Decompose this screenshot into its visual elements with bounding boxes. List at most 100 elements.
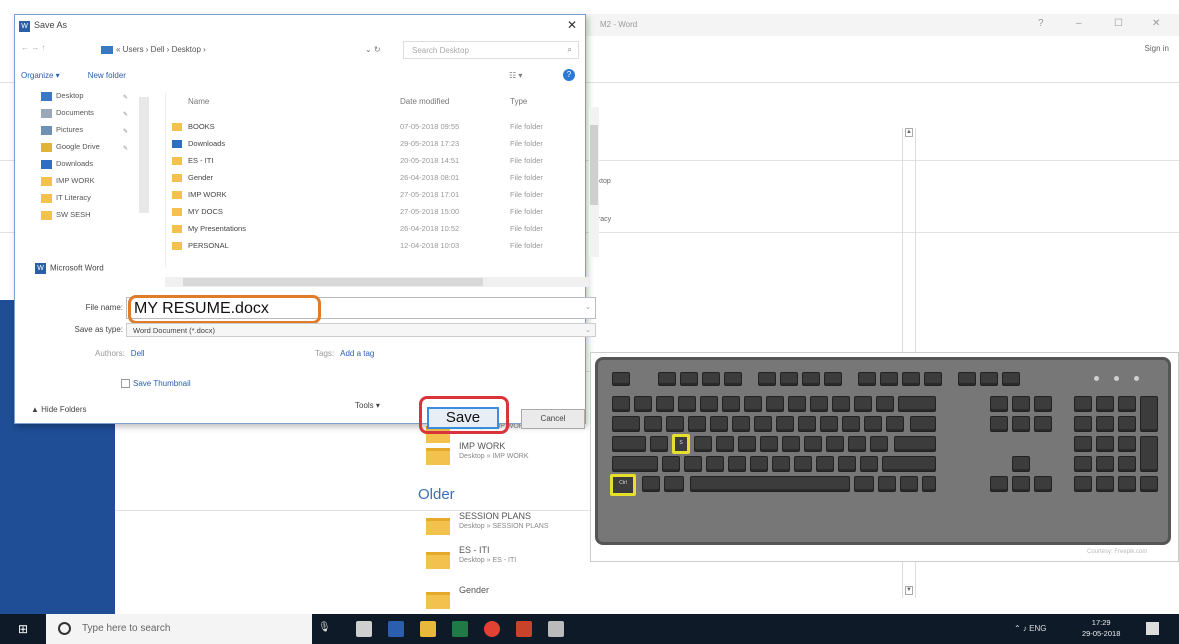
- close-icon[interactable]: ✕: [1152, 18, 1160, 29]
- windows-start-icon[interactable]: ⊞: [18, 623, 32, 637]
- folder-icon: [41, 193, 52, 203]
- keyboard-key: [780, 372, 798, 386]
- task-view-icon[interactable]: [356, 621, 372, 637]
- save-type-select[interactable]: Word Document (*.docx) ⌄: [126, 323, 596, 337]
- pin-icon: ✎: [123, 146, 129, 152]
- file-row[interactable]: My Presentations 26-04-2018 10:52 File fol…: [166, 223, 576, 236]
- keyboard-key: [1012, 456, 1030, 472]
- file-name: IMP WORK: [188, 190, 227, 199]
- nav-item-imp-work[interactable]: IMP WORK: [19, 176, 147, 193]
- minimize-icon[interactable]: –: [1076, 18, 1082, 29]
- dialog-close-icon[interactable]: ✕: [567, 18, 577, 32]
- search-input[interactable]: Search Desktop ⌕: [403, 41, 579, 59]
- scrollbar-thumb[interactable]: [590, 125, 598, 205]
- powerpoint-icon[interactable]: [516, 621, 532, 637]
- nav-item-downloads[interactable]: Downloads: [19, 159, 147, 176]
- folder-icon: [41, 176, 52, 186]
- new-folder-button[interactable]: New folder: [88, 71, 126, 80]
- maximize-icon[interactable]: ☐: [1114, 18, 1123, 29]
- word-title: M2 - Word: [600, 20, 638, 29]
- keyboard-key: [1012, 396, 1030, 412]
- organize-button[interactable]: Organize ▾: [21, 71, 60, 80]
- keyboard-key: [848, 436, 866, 452]
- keyboard-key: [794, 456, 812, 472]
- file-row[interactable]: ES - ITI 20-05-2018 14:51 File folder: [166, 155, 576, 168]
- nav-item-google-drive[interactable]: Google Drive ✎: [19, 142, 147, 159]
- notification-icon[interactable]: [1146, 622, 1159, 635]
- nav-label: Microsoft Word: [50, 263, 104, 273]
- file-row[interactable]: MY DOCS 27-05-2018 15:00 File folder: [166, 206, 576, 219]
- column-header-type[interactable]: Type: [510, 97, 527, 106]
- file-name: MY DOCS: [188, 207, 223, 216]
- keyboard: S Ctrl: [595, 357, 1171, 545]
- column-header-date[interactable]: Date modified: [400, 97, 449, 106]
- file-row[interactable]: Downloads 29-05-2018 17:23 File folder: [166, 138, 576, 151]
- scrollbar-thumb[interactable]: [183, 278, 483, 286]
- file-row[interactable]: Gender 26-04-2018 08:01 File folder: [166, 172, 576, 185]
- tags-label: Tags:: [315, 349, 335, 358]
- view-options-icon[interactable]: ☷ ▾: [509, 71, 522, 80]
- chrome-icon[interactable]: [484, 621, 500, 637]
- keyboard-key: [644, 416, 662, 432]
- file-explorer-icon[interactable]: [420, 621, 436, 637]
- excel-icon[interactable]: [452, 621, 468, 637]
- keyboard-key: [1074, 476, 1092, 492]
- horizontal-scrollbar[interactable]: [165, 277, 589, 287]
- tags-value[interactable]: Add a tag: [340, 349, 374, 358]
- folder-icon: [426, 552, 450, 569]
- help-icon[interactable]: ?: [1038, 18, 1044, 29]
- file-name: PERSONAL: [188, 241, 229, 250]
- cancel-button[interactable]: Cancel: [521, 409, 585, 429]
- nav-item-microsoft-word[interactable]: W Microsoft Word: [35, 263, 104, 274]
- authors-row: Authors: Dell: [95, 349, 145, 358]
- keyboard-key: [1034, 476, 1052, 492]
- navigation-pane: Desktop ✎ Documents ✎ Pictures ✎ Google Dri…: [19, 91, 147, 263]
- keyboard-key: [1074, 416, 1092, 432]
- save-thumbnail-checkbox[interactable]: Save Thumbnail: [121, 379, 191, 389]
- file-row[interactable]: BOOKS 07-05-2018 09:55 File folder: [166, 121, 576, 134]
- word-taskbar-icon[interactable]: [388, 621, 404, 637]
- folder-icon: [172, 208, 182, 216]
- keyboard-key: [804, 436, 822, 452]
- scroll-up-icon[interactable]: ▲: [905, 128, 913, 137]
- keyboard-key: [1118, 416, 1136, 432]
- save-type-value: Word Document (*.docx): [133, 326, 215, 335]
- nav-arrows[interactable]: ← → ↑: [21, 43, 45, 52]
- scroll-down-icon[interactable]: ▼: [905, 586, 913, 595]
- clock[interactable]: 17:29 29-05-2018: [1082, 617, 1120, 639]
- microphone-icon[interactable]: 🎙: [318, 622, 331, 633]
- file-row[interactable]: IMP WORK 27-05-2018 17:01 File folder: [166, 189, 576, 202]
- pen-icon[interactable]: [548, 621, 564, 637]
- help-icon[interactable]: ?: [563, 69, 575, 81]
- file-name: ES - ITI: [188, 156, 214, 165]
- authors-value[interactable]: Dell: [131, 349, 145, 358]
- address-bar[interactable]: « Users › Dell › Desktop ›: [101, 45, 206, 54]
- refresh-icon[interactable]: ⌄ ↻: [365, 45, 381, 54]
- nav-item-documents[interactable]: Documents ✎: [19, 108, 147, 125]
- column-header-name[interactable]: Name: [188, 97, 209, 106]
- taskbar-search-input[interactable]: Type here to search: [46, 614, 312, 644]
- nav-item-desktop[interactable]: Desktop ✎: [19, 91, 147, 108]
- keyboard-key: [716, 436, 734, 452]
- hide-folders-button[interactable]: ▲ Hide Folders: [31, 405, 87, 414]
- checkbox-icon: [121, 379, 130, 389]
- nav-item-sw-sesh[interactable]: SW SESH: [19, 210, 147, 227]
- nav-item-pictures[interactable]: Pictures ✎: [19, 125, 147, 142]
- keyboard-key: [1096, 416, 1114, 432]
- file-row[interactable]: PERSONAL 12-04-2018 10:03 File folder: [166, 240, 576, 253]
- tools-button[interactable]: Tools ▾: [355, 401, 380, 410]
- nav-item-it-literacy[interactable]: IT Literacy: [19, 193, 147, 210]
- sign-in-link[interactable]: Sign in: [1145, 44, 1169, 53]
- keyboard-key: [1096, 456, 1114, 472]
- file-list-scrollbar[interactable]: [589, 107, 599, 257]
- pin-icon: ✎: [123, 95, 129, 101]
- keyboard-key: [724, 372, 742, 386]
- keyboard-key: [634, 396, 652, 412]
- navigation-scrollbar[interactable]: [139, 97, 149, 213]
- keyboard-key: [1096, 436, 1114, 452]
- desktop-icon: [41, 91, 52, 101]
- recent-path: Desktop » SESSION PLANS: [459, 523, 549, 530]
- keyboard-key: [766, 396, 784, 412]
- system-tray[interactable]: ⌃ ♪ ENG: [1014, 624, 1046, 633]
- chevron-down-icon[interactable]: ⌄: [585, 303, 591, 311]
